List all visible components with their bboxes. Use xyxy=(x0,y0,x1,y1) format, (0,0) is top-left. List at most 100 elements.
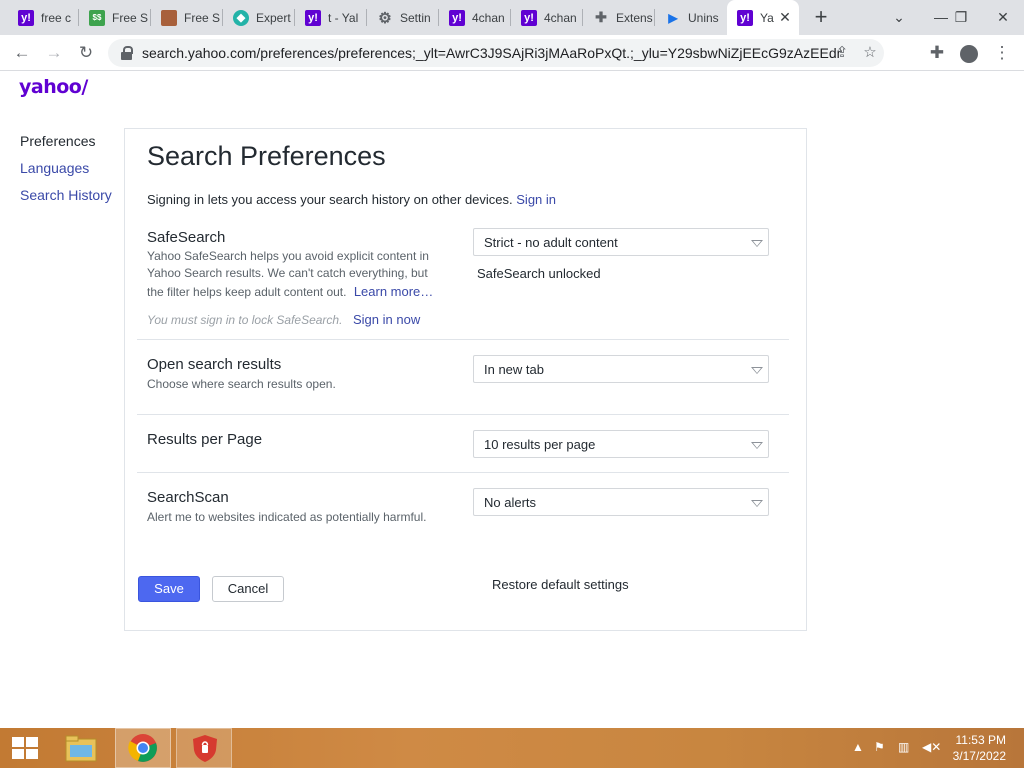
extensions-puzzle-icon[interactable]: ✚ xyxy=(925,41,949,65)
searchscan-selected-value: No alerts xyxy=(484,495,537,510)
shield-icon xyxy=(193,735,217,762)
results-per-page-title: Results per Page xyxy=(147,431,263,448)
tab-title: Unins xyxy=(688,10,719,25)
searchscan-section: SearchScan Alert me to websites indicate… xyxy=(137,473,789,543)
profile-avatar-icon[interactable] xyxy=(957,41,981,65)
sidebar-item-search-history[interactable]: Search History xyxy=(20,187,112,204)
browser-toolbar: ← → ↻ search.yahoo.com/preferences/prefe… xyxy=(0,35,1024,71)
safesearch-section: SafeSearch Yahoo SafeSearch helps you av… xyxy=(137,225,789,340)
searchscan-title: SearchScan xyxy=(147,489,229,506)
puzzle-icon: ✚ xyxy=(595,9,607,25)
tab-title: t - Yal xyxy=(328,10,359,25)
safesearch-title: SafeSearch xyxy=(147,229,226,246)
reload-icon[interactable]: ↻ xyxy=(74,41,98,65)
browser-tab[interactable]: Free S xyxy=(151,0,223,35)
yahoo-icon: y! xyxy=(18,9,34,26)
clock-date: 3/17/2022 xyxy=(952,749,1006,763)
security-app-taskbar-button[interactable] xyxy=(176,728,232,768)
windows-logo-icon xyxy=(12,737,38,759)
taskbar-clock[interactable]: 11:53 PM 3/17/2022 xyxy=(953,732,1006,764)
show-hidden-icons-icon[interactable]: ▲ xyxy=(852,740,864,754)
sidebar-item-preferences[interactable]: Preferences xyxy=(20,133,112,150)
browser-tab[interactable]: ◆ Expert xyxy=(223,0,295,35)
restore-defaults-link[interactable]: Restore default settings xyxy=(492,577,629,592)
searchscan-desc: Alert me to websites indicated as potent… xyxy=(147,510,427,524)
save-button[interactable]: Save xyxy=(138,576,200,602)
gear-icon: ⚙ xyxy=(378,9,392,27)
searchscan-select[interactable]: No alerts xyxy=(473,488,769,516)
safesearch-desc-line: Yahoo Search results. We can't catch eve… xyxy=(147,266,428,280)
tab-title: Expert xyxy=(256,10,291,25)
browser-tab[interactable]: ⚙ Settin xyxy=(367,0,439,35)
tab-strip: y! free c $$ Free S Free S ◆ Expert y! t… xyxy=(0,0,1024,35)
yahoo-icon: y! xyxy=(449,9,465,26)
new-tab-button[interactable]: + xyxy=(809,5,833,29)
tab-title: free c xyxy=(41,10,72,25)
chrome-icon xyxy=(128,734,157,762)
address-bar[interactable]: search.yahoo.com/preferences/preferences… xyxy=(108,39,884,67)
diamond-icon: ◆ xyxy=(233,9,249,26)
bookmark-star-icon[interactable]: ☆ xyxy=(858,41,882,65)
volume-muted-icon[interactable]: ◀✕ xyxy=(922,740,941,754)
folder-icon xyxy=(65,735,97,762)
lock-icon[interactable] xyxy=(120,46,134,60)
browser-tab[interactable]: ▶ Unins xyxy=(655,0,727,35)
share-icon[interactable]: ⇪ xyxy=(830,41,854,65)
signin-notice: Signing in lets you access your search h… xyxy=(147,192,556,207)
back-arrow-icon[interactable]: ← xyxy=(10,41,34,65)
safesearch-selected-value: Strict - no adult content xyxy=(484,235,618,250)
page-title: Search Preferences xyxy=(147,141,386,171)
browser-tab-active[interactable]: y! Ya ✕ xyxy=(727,0,799,35)
browser-tab[interactable]: y! 4chan xyxy=(511,0,583,35)
open-results-selected-value: In new tab xyxy=(484,362,544,377)
yahoo-icon: y! xyxy=(521,9,537,26)
tab-title: Free S xyxy=(112,10,149,25)
signin-notice-text: Signing in lets you access your search h… xyxy=(147,192,513,207)
open-results-select[interactable]: In new tab xyxy=(473,355,769,383)
yahoo-icon: y! xyxy=(737,9,753,26)
browser-tab[interactable]: y! free c xyxy=(8,0,79,35)
tab-title: Free S xyxy=(184,10,221,25)
network-icon[interactable]: ▥ xyxy=(898,740,909,754)
dropdown-caret-icon xyxy=(751,500,763,507)
sign-in-now-link[interactable]: Sign in now xyxy=(353,312,420,327)
safesearch-status: SafeSearch unlocked xyxy=(477,266,601,281)
start-button[interactable] xyxy=(0,728,48,768)
open-results-title: Open search results xyxy=(147,356,282,373)
sign-in-link[interactable]: Sign in xyxy=(516,192,556,207)
forward-arrow-icon[interactable]: → xyxy=(42,41,66,65)
browser-tab[interactable]: ✚ Extens xyxy=(583,0,655,35)
money-icon: $$ xyxy=(89,9,105,26)
cancel-button[interactable]: Cancel xyxy=(212,576,284,602)
menu-kebab-icon[interactable]: ⋮ xyxy=(990,41,1014,65)
safesearch-desc-text: the filter helps keep adult content out. xyxy=(147,285,347,299)
close-icon[interactable]: ✕ xyxy=(777,9,793,25)
file-explorer-button[interactable] xyxy=(58,728,104,768)
safesearch-select[interactable]: Strict - no adult content xyxy=(473,228,769,256)
learn-more-link[interactable]: Learn more… xyxy=(354,284,433,299)
browser-tab[interactable]: y! 4chan xyxy=(439,0,511,35)
yahoo-logo[interactable]: yahoo/ xyxy=(19,76,88,98)
preferences-panel: Search Preferences Signing in lets you a… xyxy=(124,128,807,631)
open-results-desc: Choose where search results open. xyxy=(147,377,336,391)
play-icon: ▶ xyxy=(668,10,678,25)
safesearch-desc-line: the filter helps keep adult content out.… xyxy=(147,283,433,301)
results-per-page-select[interactable]: 10 results per page xyxy=(473,430,769,458)
tab-title: 4chan xyxy=(472,10,505,25)
browser-tab[interactable]: y! t - Yal xyxy=(295,0,367,35)
tab-title: Ya xyxy=(760,10,774,25)
yahoo-icon: y! xyxy=(305,9,321,26)
sidebar-item-languages[interactable]: Languages xyxy=(20,160,112,177)
close-window-button[interactable]: ✕ xyxy=(986,0,1020,35)
open-results-section: Open search results Choose where search … xyxy=(137,340,789,415)
chrome-taskbar-button[interactable] xyxy=(115,728,171,768)
action-center-flag-icon[interactable]: ⚑ xyxy=(874,740,885,754)
safesearch-desc-line: Yahoo SafeSearch helps you avoid explici… xyxy=(147,249,429,263)
tab-search-icon[interactable]: ⌄ xyxy=(882,0,916,35)
restore-window-button[interactable]: ❐ xyxy=(944,0,978,35)
dropdown-caret-icon xyxy=(751,367,763,374)
tab-title: Extens xyxy=(616,10,653,25)
browser-tab[interactable]: $$ Free S xyxy=(79,0,151,35)
taskbar: ▲ ⚑ ▥ ◀✕ 11:53 PM 3/17/2022 xyxy=(0,728,1024,768)
url-text[interactable]: search.yahoo.com/preferences/preferences… xyxy=(142,45,842,61)
